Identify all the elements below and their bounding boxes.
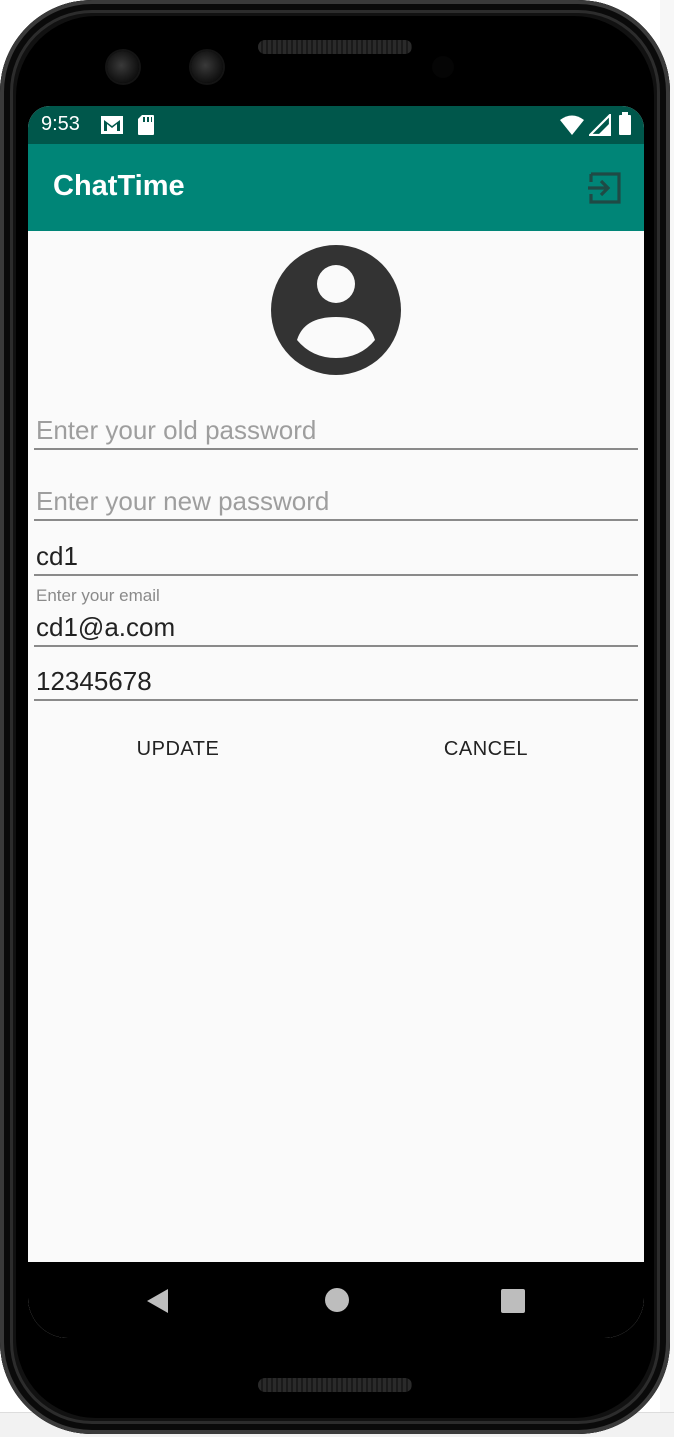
sd-card-icon — [138, 115, 154, 135]
earpiece-speaker — [258, 40, 412, 54]
home-icon[interactable] — [325, 1288, 349, 1312]
logout-icon[interactable] — [588, 170, 624, 206]
new-password-field[interactable] — [34, 483, 640, 521]
signal-icon — [589, 114, 611, 136]
status-bar: 9:53 — [28, 106, 644, 144]
recents-icon[interactable] — [501, 1289, 525, 1313]
gmail-icon — [101, 116, 123, 134]
cancel-button[interactable]: CANCEL — [426, 724, 546, 774]
app-title: ChatTime — [53, 170, 185, 202]
account-circle-icon[interactable] — [270, 244, 402, 376]
phone-field[interactable] — [34, 663, 640, 701]
back-icon[interactable] — [146, 1288, 170, 1314]
front-camera-icon — [191, 51, 223, 83]
bottom-speaker — [258, 1378, 412, 1392]
update-button[interactable]: UPDATE — [118, 724, 238, 774]
proximity-sensor-icon — [432, 56, 454, 78]
new-password-input[interactable] — [34, 483, 640, 519]
phone-input[interactable] — [34, 663, 640, 699]
old-password-input[interactable] — [34, 412, 640, 448]
username-input[interactable] — [34, 538, 640, 574]
front-camera-icon — [107, 51, 139, 83]
app-toolbar: ChatTime — [28, 144, 644, 231]
username-field[interactable] — [34, 538, 640, 576]
email-input[interactable] — [34, 609, 640, 645]
phone-frame: 9:53 ChatTime cd1 Enter your email cd1@a… — [0, 0, 670, 1434]
battery-icon — [619, 112, 631, 135]
wifi-icon — [560, 115, 584, 135]
email-floating-label: Enter your email — [36, 586, 160, 605]
email-field[interactable] — [34, 609, 640, 647]
old-password-field[interactable] — [34, 412, 640, 450]
status-time: 9:53 — [41, 113, 80, 135]
device-screen: 9:53 ChatTime cd1 Enter your email cd1@a… — [28, 106, 644, 1338]
navigation-bar — [28, 1262, 644, 1338]
